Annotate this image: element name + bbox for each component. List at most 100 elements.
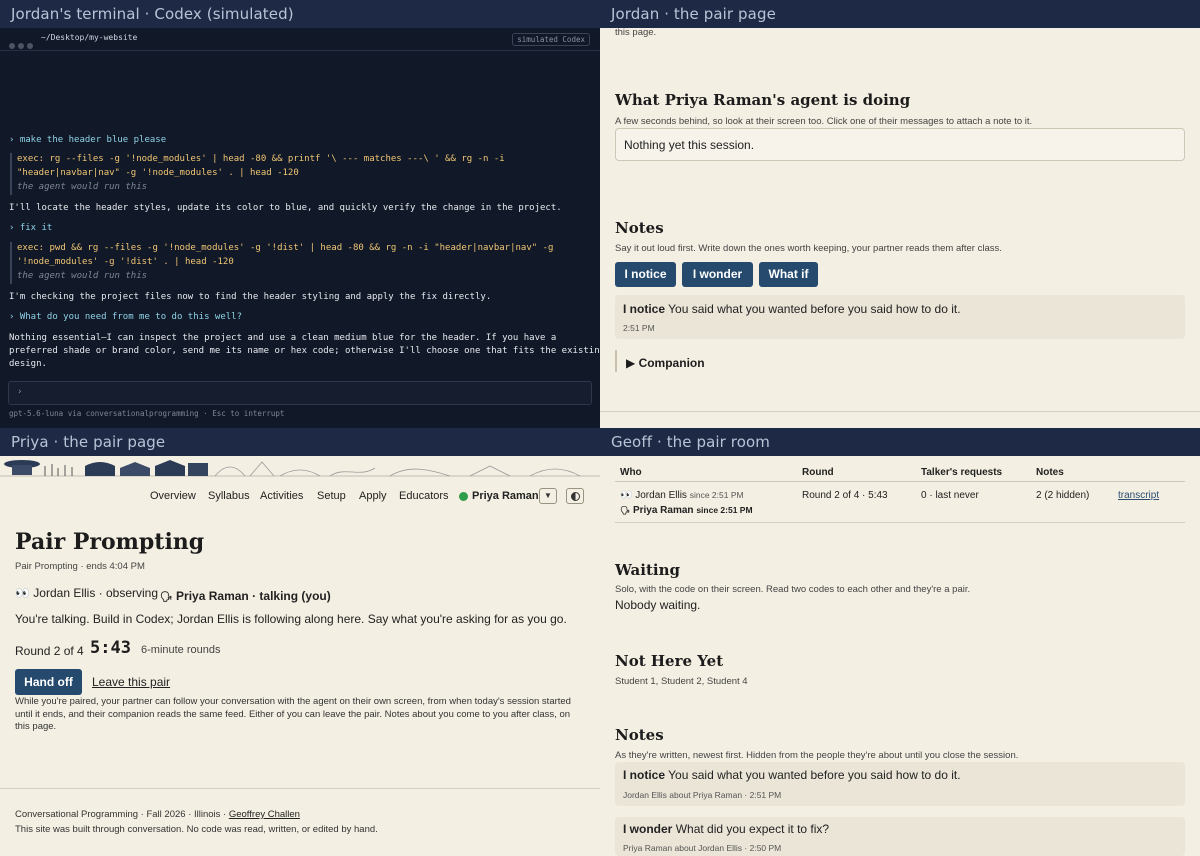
theme-toggle-button[interactable] [566, 488, 584, 504]
input-prompt-icon: › [17, 387, 23, 397]
terminal-pane: Jordan's terminal · Codex (simulated) ~/… [0, 0, 600, 428]
user-message: › make the header blue please [9, 135, 167, 145]
member-name: Jordan Ellis [635, 490, 687, 501]
footer-line: Conversational Programming · Fall 2026 ·… [15, 809, 300, 820]
note-text: You said what you wanted before you said… [668, 768, 961, 782]
simulated-badge: simulated Codex [512, 33, 590, 46]
page-subtitle: Pair Prompting · ends 4:04 PM [15, 561, 145, 572]
col-requests: Talker's requests [921, 467, 1003, 478]
transcript-link[interactable]: transcript [1118, 490, 1159, 501]
nav-activities[interactable]: Activities [260, 490, 303, 502]
divider [600, 411, 1200, 412]
talker-label: Priya Raman · talking (you) [176, 589, 331, 603]
table-header: Who Round Talker's requests Notes [615, 460, 1185, 482]
nav-syllabus[interactable]: Syllabus [208, 490, 250, 502]
nav-apply[interactable]: Apply [359, 490, 387, 502]
note-text: What did you expect it to fix? [675, 822, 830, 836]
i-wonder-button[interactable]: I wonder [682, 262, 753, 287]
exec-command: '!node_modules' -g '!dist' . | head -120 [17, 257, 234, 267]
nav-overview[interactable]: Overview [150, 490, 196, 502]
exec-block: exec: rg --files -g '!node_modules' | he… [10, 153, 590, 195]
agent-message: I'll locate the header styles, update it… [9, 203, 562, 213]
notes-heading: Notes [615, 219, 664, 237]
user-menu-button[interactable]: ▼ [539, 488, 557, 504]
round-label: Round 2 of 4 [15, 644, 84, 658]
terminal-header: ~/Desktop/my-website simulated Codex [0, 28, 600, 51]
companion-divider [615, 350, 617, 372]
col-who: Who [620, 467, 642, 478]
note-card: I notice You said what you wanted before… [615, 762, 1185, 806]
col-notes: Notes [1036, 467, 1064, 478]
i-notice-button[interactable]: I notice [615, 262, 676, 287]
terminal-input[interactable]: › [8, 381, 592, 405]
note-kind: I notice [623, 768, 666, 782]
page-title: Pair Prompting [15, 529, 205, 555]
online-status-icon [459, 492, 468, 501]
what-if-button[interactable]: What if [759, 262, 818, 287]
leave-pair-link[interactable]: Leave this pair [92, 675, 170, 689]
footer-text: Conversational Programming · Fall 2026 ·… [15, 809, 227, 820]
window-controls [9, 36, 36, 54]
round-timer: 5:43 [90, 638, 131, 658]
exec-command: exec: pwd && rg --files -g '!node_module… [17, 243, 554, 253]
notes-subtitle: Say it out loud first. Write down the on… [615, 243, 1002, 254]
speaking-icon: 🗣 [620, 506, 631, 515]
hand-off-button[interactable]: Hand off [15, 669, 82, 695]
skyline-banner [0, 460, 600, 477]
note-time: 2:51 PM [623, 323, 655, 333]
observer-status: 👀 Jordan Ellis · observing [15, 586, 158, 600]
waiting-body: Nobody waiting. [615, 598, 701, 612]
observer-label: Jordan Ellis · observing [33, 586, 159, 600]
agent-feed-empty: Nothing yet this session. [624, 138, 755, 152]
footer-author-link[interactable]: Geoffrey Challen [229, 809, 300, 820]
note-meta: Priya Raman about Jordan Ellis · 2:50 PM [623, 843, 782, 853]
eyes-icon: 👀 [620, 490, 633, 501]
agent-heading: What Priya Raman's agent is doing [615, 91, 911, 109]
notes-heading: Notes [615, 726, 664, 744]
member-since: since 2:51 PM [689, 490, 744, 500]
member-talker: 🗣 Priya Raman since 2:51 PM [620, 505, 753, 516]
table-row: 👀 Jordan Ellis since 2:51 PM 🗣 Priya Ram… [615, 483, 1185, 523]
terminal-status: gpt-5.6-luna via conversationalprogrammi… [9, 409, 285, 418]
notes-cell: 2 (2 hidden) [1036, 490, 1090, 501]
eyes-icon: 👀 [15, 586, 30, 600]
talker-status: 🗣 Priya Raman · talking (you) [160, 589, 331, 603]
not-here-list: Student 1, Student 2, Student 4 [615, 676, 748, 687]
pair-explanation: While you're paired, your partner can fo… [15, 696, 571, 732]
agent-message: Nothing essential—I can inspect the proj… [9, 333, 557, 343]
nav-setup[interactable]: Setup [317, 490, 346, 502]
note-meta: Jordan Ellis about Priya Raman · 2:51 PM [623, 790, 782, 800]
not-here-heading: Not Here Yet [615, 652, 724, 670]
member-since: since 2:51 PM [696, 505, 753, 515]
waiting-subtitle: Solo, with the code on their screen. Rea… [615, 584, 971, 595]
priya-window-title: Priya · the pair page [0, 428, 600, 456]
user-message: › What do you need from me to do this we… [9, 312, 242, 322]
terminal-path: ~/Desktop/my-website [41, 33, 138, 42]
waiting-heading: Waiting [615, 561, 680, 579]
jordan-window-title: Jordan · the pair page [600, 0, 1200, 28]
note-kind: I wonder [623, 822, 673, 836]
requests-cell: 0 · last never [921, 490, 979, 501]
round-length: 6-minute rounds [141, 644, 221, 656]
speaking-icon: 🗣 [160, 592, 173, 603]
note-card: I wonder What did you expect it to fix? … [615, 817, 1185, 856]
agent-message: preferred shade or brand color, send me … [9, 346, 600, 356]
geoff-window-title: Geoff · the pair room [600, 428, 1200, 456]
exec-block: exec: pwd && rg --files -g '!node_module… [10, 242, 590, 284]
nav-educators[interactable]: Educators [399, 490, 449, 502]
close-dot-icon[interactable] [9, 43, 15, 49]
note-card[interactable]: I notice You said what you wanted before… [615, 295, 1185, 339]
minimize-dot-icon[interactable] [18, 43, 24, 49]
priya-pane: Priya · the pair page Overview Syllabus … [0, 428, 600, 856]
exec-note: the agent would run this [17, 182, 148, 192]
exec-note: the agent would run this [17, 271, 148, 281]
contrast-icon [571, 492, 580, 501]
companion-toggle[interactable]: ▶ Companion [626, 356, 705, 370]
footer-divider [0, 788, 600, 789]
note-text: You said what you wanted before you said… [668, 302, 961, 316]
col-round: Round [802, 467, 834, 478]
note-kind: I notice [623, 302, 666, 316]
agent-feed[interactable]: Nothing yet this session. [615, 128, 1185, 161]
jordan-pane: Jordan · the pair page this page. What P… [600, 0, 1200, 428]
maximize-dot-icon[interactable] [27, 43, 33, 49]
